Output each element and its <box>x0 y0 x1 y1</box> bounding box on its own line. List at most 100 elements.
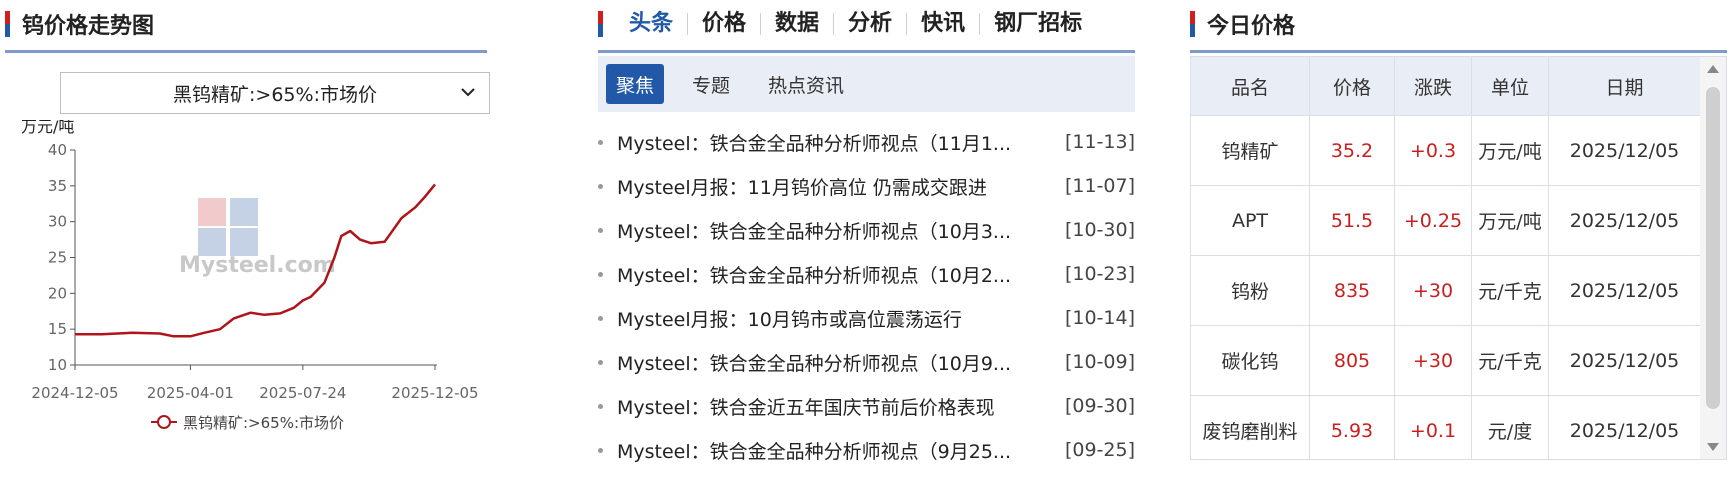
cell-date: 2025/12/05 <box>1548 325 1701 396</box>
scroll-down-icon[interactable] <box>1707 443 1719 451</box>
news-date: [11-13] <box>1064 131 1135 153</box>
cell-price: 35.2 <box>1309 115 1395 186</box>
tab-tenders[interactable]: 钢厂招标 <box>980 13 1096 35</box>
news-tabs: 头条 价格 数据 分析 快讯 钢厂招标 <box>598 8 1096 40</box>
price-trend-panel: 钨价格走势图 黑钨精矿:>65%:市场价 万元/吨 10 15 20 25 30 35 40 2… <box>5 0 542 488</box>
x-tick-label: 2024-12-05 <box>31 384 118 402</box>
news-date: [11-07] <box>1064 175 1135 197</box>
header-change: 涨跌 <box>1394 57 1472 116</box>
table-row[interactable]: APT 51.5 +0.25 万元/吨 2025/12/05 <box>1191 185 1701 256</box>
news-title[interactable]: Mysteel月报：11月钨价高位 仍需成交跟进 <box>617 173 1049 200</box>
cell-name[interactable]: APT <box>1191 185 1310 256</box>
cell-change: +0.3 <box>1394 115 1472 186</box>
y-tick-label: 20 <box>48 284 67 302</box>
price-panel-title: 今日价格 <box>1207 14 1296 39</box>
x-tick-label: 2025-07-24 <box>259 384 346 402</box>
title-underline <box>598 50 1135 53</box>
bullet-icon <box>598 447 603 453</box>
table-row[interactable]: 钨精矿 35.2 +0.3 万元/吨 2025/12/05 <box>1191 115 1701 186</box>
news-item[interactable]: Mysteel：铁合金全品种分析师视点（11月1... [11-13] <box>598 120 1135 164</box>
y-tick-label: 40 <box>48 141 67 159</box>
news-title[interactable]: Mysteel：铁合金全品种分析师视点（10月9... <box>617 349 1049 376</box>
news-title[interactable]: Mysteel：铁合金全品种分析师视点（11月1... <box>617 129 1049 156</box>
cell-unit: 万元/吨 <box>1471 185 1549 256</box>
news-item[interactable]: Mysteel：铁合金全品种分析师视点（10月2... [10-23] <box>598 252 1135 296</box>
cell-name[interactable]: 废钨磨削料 <box>1191 395 1310 459</box>
subtab-focus[interactable]: 聚焦 <box>606 64 665 104</box>
cell-price: 835 <box>1309 255 1395 326</box>
news-date: [10-30] <box>1064 219 1135 241</box>
cell-unit: 元/千克 <box>1471 255 1549 326</box>
y-tick-label: 25 <box>48 249 67 267</box>
cell-change: +0.1 <box>1394 395 1472 459</box>
news-item[interactable]: Mysteel：铁合金全品种分析师视点（9月25... [09-25] <box>598 428 1135 472</box>
header-unit: 单位 <box>1471 57 1549 116</box>
news-item[interactable]: Mysteel月报：10月钨市或高位震荡运行 [10-14] <box>598 296 1135 340</box>
table-row[interactable]: 钨粉 835 +30 元/千克 2025/12/05 <box>1191 255 1701 326</box>
legend-label: 黑钨精矿:>65%:市场价 <box>183 414 344 432</box>
price-table-wrapper: 品名 价格 涨跌 单位 日期 钨精矿 35.2 +0.3 万元/吨 2025/12/05… <box>1190 56 1727 460</box>
cell-date: 2025/12/05 <box>1548 185 1701 256</box>
news-date: [10-14] <box>1064 307 1135 329</box>
news-date: [10-23] <box>1064 263 1135 285</box>
tab-price[interactable]: 价格 <box>688 13 762 35</box>
y-tick-label: 10 <box>48 356 67 374</box>
subtab-hot-news[interactable]: 热点资讯 <box>758 64 854 104</box>
cell-price: 51.5 <box>1309 185 1395 256</box>
product-select-value: 黑钨精矿:>65%:市场价 <box>173 83 377 106</box>
cell-unit: 万元/吨 <box>1471 115 1549 186</box>
bullet-icon <box>598 359 603 365</box>
x-tick-label: 2025-04-01 <box>147 384 234 402</box>
title-accent <box>598 11 603 37</box>
news-item[interactable]: Mysteel月报：11月钨价高位 仍需成交跟进 [11-07] <box>598 164 1135 208</box>
news-title[interactable]: Mysteel：铁合金全品种分析师视点（10月2... <box>617 261 1049 288</box>
y-tick-label: 15 <box>48 320 67 338</box>
cell-date: 2025/12/05 <box>1548 395 1701 459</box>
header-name: 品名 <box>1191 57 1310 116</box>
panel-title: 今日价格 <box>1190 8 1295 40</box>
news-panel: 头条 价格 数据 分析 快讯 钢厂招标 聚焦 专题 热点资讯 Mysteel：铁… <box>598 0 1135 488</box>
cell-unit: 元/千克 <box>1471 325 1549 396</box>
watermark-block <box>230 198 258 226</box>
news-title[interactable]: Mysteel：铁合金全品种分析师视点（9月25... <box>617 437 1049 464</box>
cell-change: +30 <box>1394 255 1472 326</box>
news-item[interactable]: Mysteel：铁合金全品种分析师视点（10月3... [10-30] <box>598 208 1135 252</box>
tab-headlines[interactable]: 头条 <box>615 13 689 35</box>
cell-name[interactable]: 碳化钨 <box>1191 325 1310 396</box>
table-row[interactable]: 碳化钨 805 +30 元/千克 2025/12/05 <box>1191 325 1701 396</box>
y-tick-label: 35 <box>48 177 67 195</box>
scrollbar[interactable] <box>1700 57 1726 459</box>
header-date: 日期 <box>1548 57 1701 116</box>
tab-data[interactable]: 数据 <box>761 13 835 35</box>
bullet-icon <box>598 139 603 145</box>
watermark-text: Mysteel.com <box>179 253 336 278</box>
price-line-chart: 万元/吨 10 15 20 25 30 35 40 2024-12-05 2025-04-01 20… <box>21 120 479 432</box>
x-tick-label: 2025-12-05 <box>391 384 478 402</box>
watermark-block <box>230 228 258 256</box>
cell-price: 805 <box>1309 325 1395 396</box>
title-underline <box>5 50 487 53</box>
scrollbar-thumb[interactable] <box>1706 87 1720 409</box>
news-title[interactable]: Mysteel：铁合金近五年国庆节前后价格表现 <box>617 393 1049 420</box>
cell-name[interactable]: 钨精矿 <box>1191 115 1310 186</box>
news-title[interactable]: Mysteel：铁合金全品种分析师视点（10月3... <box>617 217 1049 244</box>
y-axis-unit-label: 万元/吨 <box>21 120 74 136</box>
bullet-icon <box>598 271 603 277</box>
chart-panel-title: 钨价格走势图 <box>22 14 155 39</box>
news-item[interactable]: Mysteel：铁合金全品种分析师视点（10月9... [10-09] <box>598 340 1135 384</box>
cell-name[interactable]: 钨粉 <box>1191 255 1310 326</box>
today-price-panel: 今日价格 品名 价格 涨跌 单位 日期 钨精矿 35.2 +0.3 万元/吨 2025/… <box>1190 0 1732 488</box>
price-table: 品名 价格 涨跌 单位 日期 钨精矿 35.2 +0.3 万元/吨 2025/12/05… <box>1191 57 1701 459</box>
subtab-topics[interactable]: 专题 <box>682 64 740 104</box>
product-select[interactable]: 黑钨精矿:>65%:市场价 <box>60 72 490 114</box>
tab-analysis[interactable]: 分析 <box>834 13 908 35</box>
scroll-up-icon[interactable] <box>1707 65 1719 73</box>
news-title[interactable]: Mysteel月报：10月钨市或高位震荡运行 <box>617 305 1049 332</box>
title-underline <box>1190 50 1727 53</box>
table-row[interactable]: 废钨磨削料 5.93 +0.1 元/度 2025/12/05 <box>1191 395 1701 459</box>
news-item[interactable]: Mysteel：铁合金近五年国庆节前后价格表现 [09-30] <box>598 384 1135 428</box>
news-date: [09-25] <box>1064 439 1135 461</box>
title-accent <box>5 11 10 37</box>
cell-price: 5.93 <box>1309 395 1395 459</box>
tab-flash[interactable]: 快讯 <box>907 13 981 35</box>
